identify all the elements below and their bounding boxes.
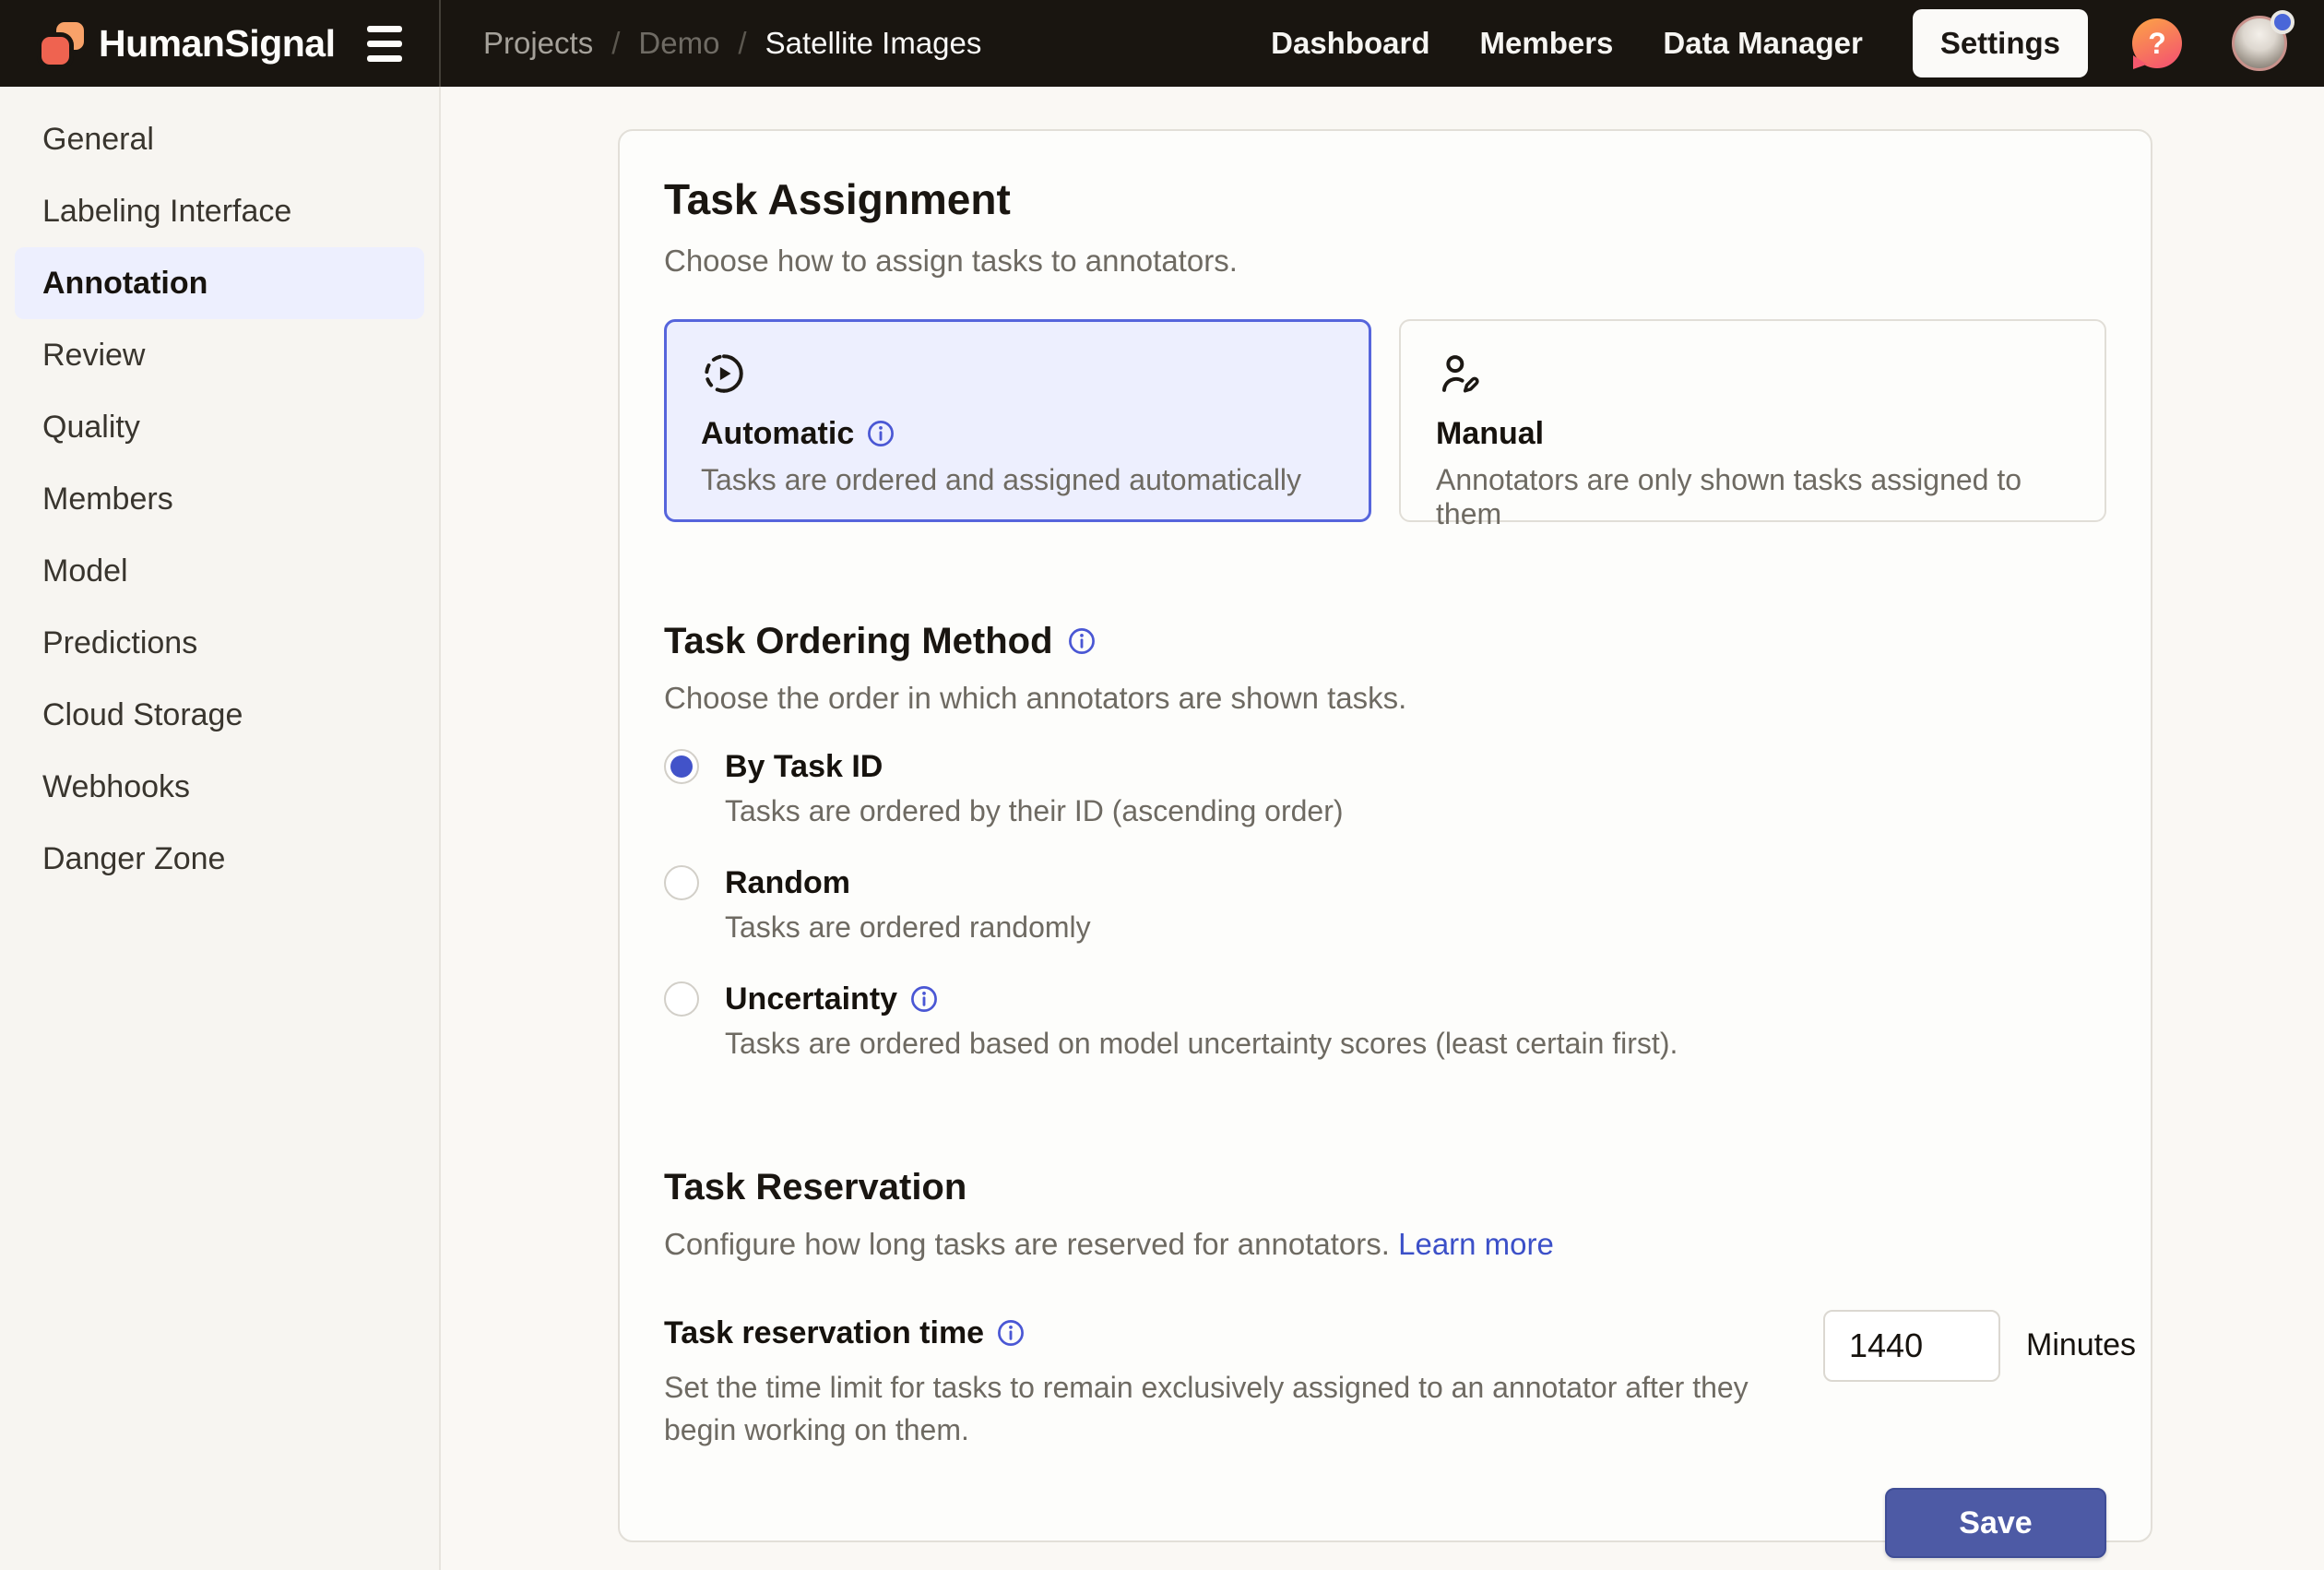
ordering-option-by-task-id: By Task ID Tasks are ordered by their ID…: [664, 749, 2106, 828]
info-icon[interactable]: [1068, 626, 1096, 656]
top-bar-left: HumanSignal: [0, 0, 441, 87]
auto-play-icon: [701, 351, 747, 397]
nav-dashboard[interactable]: Dashboard: [1271, 26, 1429, 61]
user-avatar[interactable]: [2232, 16, 2287, 71]
sidebar-item-predictions[interactable]: Predictions: [0, 607, 439, 679]
minutes-unit-label: Minutes: [2026, 1327, 2136, 1363]
save-button[interactable]: Save: [1885, 1488, 2106, 1558]
help-question-mark: ?: [2148, 27, 2166, 61]
task-reservation-title-text: Task Reservation: [664, 1164, 966, 1210]
sidebar-item-cloud-storage[interactable]: Cloud Storage: [0, 679, 439, 751]
sidebar-item-annotation[interactable]: Annotation: [15, 247, 424, 319]
save-row: Save: [664, 1488, 2106, 1558]
top-bar: HumanSignal Projects / Demo / Satellite …: [0, 0, 2324, 87]
task-assignment-subtitle: Choose how to assign tasks to annotators…: [664, 244, 2106, 279]
option-card-manual[interactable]: Manual Annotators are only shown tasks a…: [1399, 319, 2106, 522]
hamburger-menu-icon[interactable]: [365, 20, 404, 67]
main-content: Task Assignment Choose how to assign tas…: [443, 87, 2324, 1570]
logo-square-coral: [42, 37, 69, 65]
sidebar-item-quality[interactable]: Quality: [0, 391, 439, 463]
sidebar-item-review[interactable]: Review: [0, 319, 439, 391]
info-icon[interactable]: [910, 985, 938, 1013]
task-ordering-title-text: Task Ordering Method: [664, 618, 1053, 664]
task-reservation-subtitle: Configure how long tasks are reserved fo…: [664, 1227, 2106, 1262]
breadcrumb: Projects / Demo / Satellite Images: [441, 0, 1271, 87]
sidebar-item-danger-zone[interactable]: Danger Zone: [0, 823, 439, 895]
annotation-settings-card: Task Assignment Choose how to assign tas…: [618, 129, 2152, 1542]
sidebar-item-webhooks[interactable]: Webhooks: [0, 751, 439, 823]
option-manual-label: Manual: [1436, 416, 1544, 452]
radio-by-task-id-label[interactable]: By Task ID: [725, 749, 883, 785]
radio-random-description: Tasks are ordered randomly: [725, 910, 2106, 945]
radio-random[interactable]: [664, 865, 699, 900]
top-bar-nav: Dashboard Members Data Manager Settings …: [1271, 0, 2324, 87]
humansignal-logo-icon: [41, 21, 85, 65]
sidebar-item-members[interactable]: Members: [0, 463, 439, 535]
nav-settings-active[interactable]: Settings: [1913, 9, 2088, 77]
task-reservation-time-label-text: Task reservation time: [664, 1315, 984, 1351]
radio-uncertainty-description: Tasks are ordered based on model uncerta…: [725, 1027, 2106, 1061]
notification-dot: [2271, 10, 2294, 34]
logo-text: HumanSignal: [99, 22, 335, 65]
task-ordering-subtitle: Choose the order in which annotators are…: [664, 681, 2106, 716]
option-card-automatic[interactable]: Automatic Tasks are ordered and assigned…: [664, 319, 1371, 522]
task-reservation-title: Task Reservation: [664, 1164, 2106, 1210]
task-reservation-time-description: Set the time limit for tasks to remain e…: [664, 1366, 1752, 1452]
radio-by-task-id[interactable]: [664, 749, 699, 784]
sidebar-item-model[interactable]: Model: [0, 535, 439, 607]
radio-uncertainty-label-text: Uncertainty: [725, 981, 897, 1017]
radio-uncertainty-label[interactable]: Uncertainty: [725, 981, 938, 1017]
breadcrumb-project-name[interactable]: Demo: [638, 26, 719, 61]
info-icon[interactable]: [997, 1319, 1025, 1347]
nav-members[interactable]: Members: [1480, 26, 1614, 61]
task-reservation-field-row: Task reservation time Set the time limit…: [664, 1315, 2106, 1452]
breadcrumb-separator: /: [611, 26, 620, 61]
user-pen-icon: [1436, 351, 1482, 397]
option-automatic-description: Tasks are ordered and assigned automatic…: [701, 463, 1334, 497]
radio-random-label[interactable]: Random: [725, 865, 850, 901]
sidebar-item-labeling-interface[interactable]: Labeling Interface: [0, 175, 439, 247]
task-assignment-title: Task Assignment: [664, 173, 2106, 227]
breadcrumb-projects[interactable]: Projects: [483, 26, 593, 61]
assignment-options: Automatic Tasks are ordered and assigned…: [664, 319, 2106, 522]
settings-sidebar: General Labeling Interface Annotation Re…: [0, 87, 441, 1570]
task-reservation-input-group: Minutes: [1823, 1310, 2136, 1382]
ordering-option-random: Random Tasks are ordered randomly: [664, 865, 2106, 945]
ordering-option-uncertainty: Uncertainty Tasks are ordered based on m…: [664, 981, 2106, 1061]
reservation-time-input[interactable]: [1823, 1310, 2000, 1382]
sidebar-item-general[interactable]: General: [0, 103, 439, 175]
task-reservation-time-label: Task reservation time: [664, 1315, 1780, 1351]
task-reservation-field-info: Task reservation time Set the time limit…: [664, 1315, 1780, 1452]
radio-uncertainty[interactable]: [664, 981, 699, 1017]
option-manual-description: Annotators are only shown tasks assigned…: [1436, 463, 2069, 531]
breadcrumb-separator: /: [738, 26, 746, 61]
help-question-bubble-icon[interactable]: ?: [2132, 18, 2182, 68]
task-reservation-subtitle-text: Configure how long tasks are reserved fo…: [664, 1227, 1390, 1261]
learn-more-link[interactable]: Learn more: [1398, 1227, 1554, 1261]
option-automatic-label: Automatic: [701, 416, 854, 452]
nav-data-manager[interactable]: Data Manager: [1663, 26, 1862, 61]
info-icon[interactable]: [867, 420, 895, 447]
ordering-radio-group: By Task ID Tasks are ordered by their ID…: [664, 749, 2106, 1061]
breadcrumb-current-page: Satellite Images: [765, 26, 982, 61]
radio-by-task-id-description: Tasks are ordered by their ID (ascending…: [725, 794, 2106, 828]
task-ordering-title: Task Ordering Method: [664, 618, 2106, 664]
humansignal-logo[interactable]: HumanSignal: [41, 21, 335, 65]
